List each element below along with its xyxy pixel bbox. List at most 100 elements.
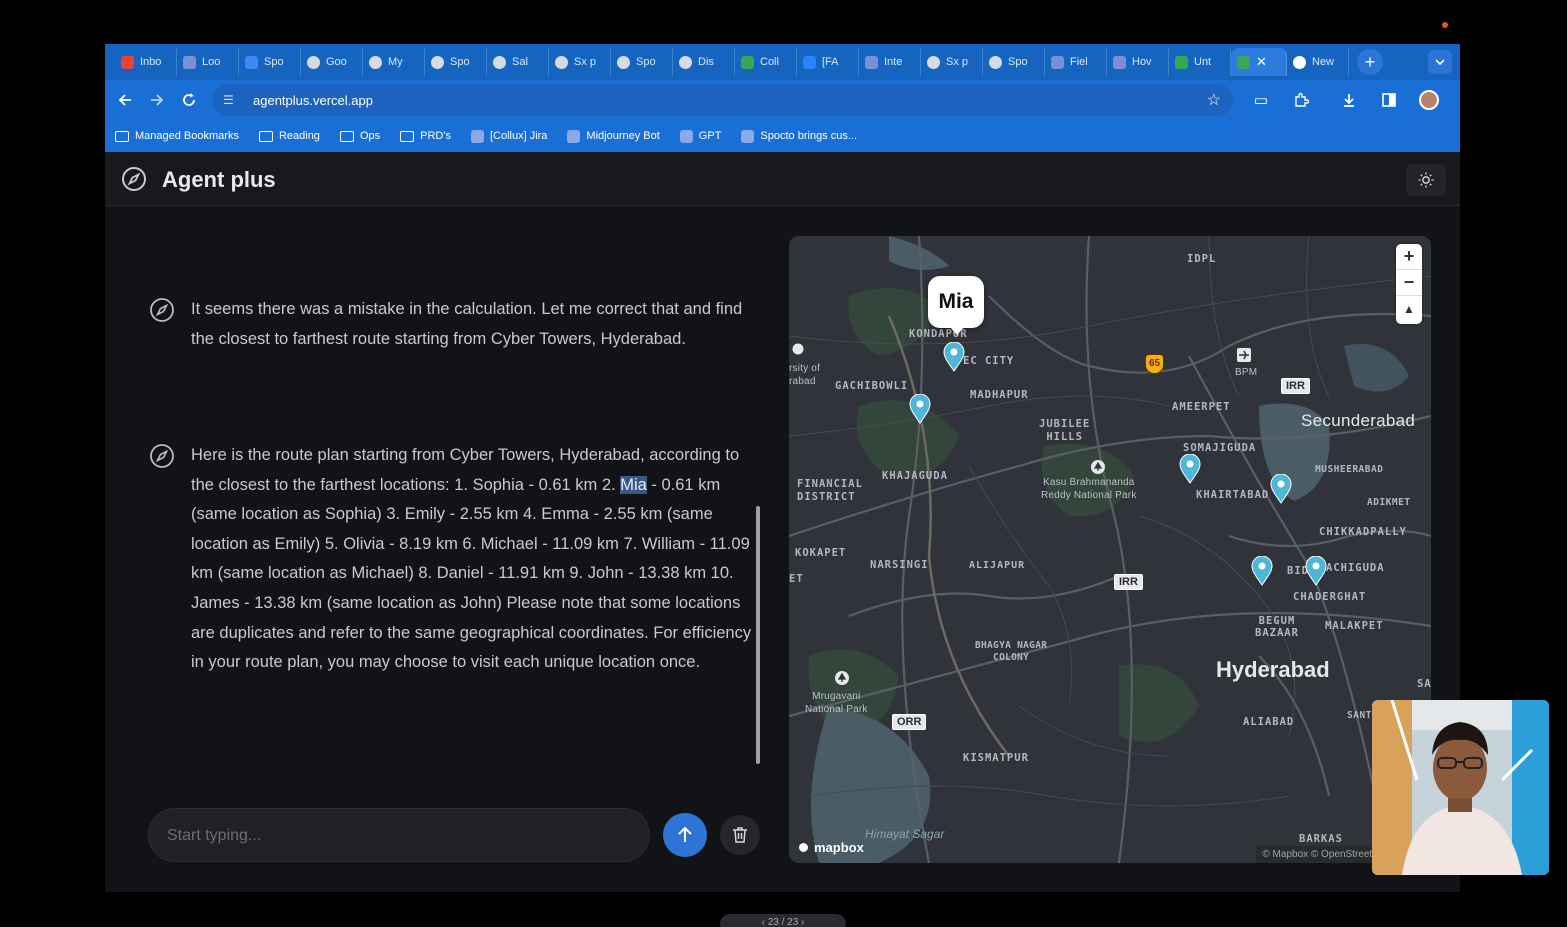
map-label: SA [1417,678,1431,690]
new-tab-button[interactable]: + [1357,49,1383,75]
tab[interactable]: [FA [797,48,859,76]
close-icon[interactable]: ✕ [1256,54,1267,70]
side-panel-icon[interactable] [1373,84,1405,116]
folder-icon [339,130,354,142]
bookmark-item[interactable]: Reading [258,130,320,142]
bookmark-item[interactable]: PRD's [400,130,451,142]
tab[interactable]: Fiel [1045,48,1107,76]
map-label: Mrugavani National Park [805,691,868,715]
chatgpt-icon [679,55,692,69]
location-pin-icon[interactable] [943,342,965,372]
bookmark-item[interactable]: Managed Bookmarks [115,130,239,142]
message-input[interactable] [167,823,627,849]
map-label: ADIKMET [1367,497,1411,508]
zoom-controls: + − ▲ [1396,244,1422,324]
park-icon [1091,460,1105,474]
docs-icon [245,55,258,69]
tab-active[interactable]: ✕ [1231,48,1287,76]
map-label: KISMATPUR [963,752,1029,764]
bookmark-item[interactable]: Midjourney Bot [567,129,660,143]
location-pin-icon[interactable] [1179,454,1201,484]
compass-button[interactable]: ▲ [1396,296,1422,322]
tab-search-button[interactable] [1428,50,1452,74]
tab[interactable]: Hov [1107,48,1169,76]
clear-chat-button[interactable] [720,815,760,855]
map-label: BEGUM BAZAAR [1255,615,1299,639]
map-base [789,236,1431,863]
tab-label: Sal [512,56,528,68]
extensions-icon[interactable] [1285,84,1317,116]
map-label: AMEERPET [1172,401,1231,413]
folder-icon [400,130,415,142]
university-icon [792,343,804,355]
bookmark-item[interactable]: GPT [679,129,721,143]
map-label: ET [789,573,804,585]
send-button[interactable] [663,813,707,857]
tab-label: Spo [264,56,284,68]
tab-label: Hov [1132,56,1152,68]
back-button[interactable] [109,84,141,116]
tab[interactable]: Spo [611,48,673,76]
bookmark-item[interactable]: Spocto brings cus... [741,129,857,143]
tab[interactable]: Sx p [921,48,983,76]
location-pin-icon[interactable] [1270,474,1292,504]
bookmark-label: Reading [278,130,320,142]
bookmark-item[interactable]: [Collux] Jira [470,129,547,143]
tab[interactable]: Spo [983,48,1045,76]
road-shield: IRR [1114,574,1143,590]
tab[interactable]: Unt [1169,48,1231,76]
bookmark-label: Midjourney Bot [586,130,660,142]
chevron-down-icon [1435,59,1445,65]
location-pin-icon[interactable] [1251,556,1273,586]
cast-icon[interactable]: ▭ [1245,84,1277,116]
avatar [1419,90,1439,110]
chatgpt-icon [369,55,382,69]
tab[interactable]: Dis [673,48,735,76]
app-icon [1051,55,1064,69]
tab[interactable]: My [363,48,425,76]
map[interactable]: IDPL KONDAPUR EC CITY rsity of rabad GAC… [789,236,1431,863]
road-shield: ORR [892,714,927,730]
profile-avatar[interactable] [1413,84,1445,116]
tab[interactable]: Coll [735,48,797,76]
zoom-in-button[interactable]: + [1396,244,1422,270]
tab[interactable]: Spo [425,48,487,76]
jira-icon [803,55,816,69]
tab-label: Inte [884,56,903,68]
bookmark-star-icon[interactable]: ☆ [1207,90,1221,110]
address-bar[interactable]: ☰ agentplus.vercel.app ☆ [213,84,1233,116]
message-text-part: - 0.61 km (same location as Sophia) 3. E… [191,475,752,672]
location-pin-icon[interactable] [909,394,931,424]
location-pin-icon[interactable] [1305,556,1327,586]
jira-icon [470,129,484,143]
tab-new[interactable]: New [1287,48,1349,76]
mapbox-logo[interactable]: mapbox [796,840,864,855]
theme-toggle-button[interactable] [1406,164,1446,196]
tab[interactable]: Sal [487,48,549,76]
tab[interactable]: Goo [301,48,363,76]
page-indicator[interactable]: ‹ 23 / 23 › [720,914,846,927]
tab[interactable]: Inbo [115,48,177,76]
reload-button[interactable] [173,84,205,116]
map-label: KHAJAGUDA [882,470,948,482]
tab[interactable]: Spo [239,48,301,76]
app-icon [865,55,878,69]
bookmark-label: Managed Bookmarks [135,130,239,142]
download-icon[interactable] [1333,84,1365,116]
airport-icon [1237,348,1251,362]
tab-label: Coll [760,56,779,68]
app-icon [567,129,581,143]
bookmark-item[interactable]: Ops [339,130,380,142]
site-settings-icon[interactable]: ☰ [223,93,237,107]
forward-button[interactable] [141,84,173,116]
tab[interactable]: Inte [859,48,921,76]
browser-toolbar: ☰ agentplus.vercel.app ☆ ▭ ⋮ [105,80,1460,120]
chat-scrollbar[interactable] [756,506,760,764]
chatgpt-icon [989,55,1002,69]
highway-shield: 65 [1145,354,1165,374]
tab[interactable]: Sx p [549,48,611,76]
zoom-out-button[interactable]: − [1396,270,1422,296]
arrow-right-icon [151,94,164,106]
tab[interactable]: Loo [177,48,239,76]
menu-icon[interactable]: ⋮ [1453,84,1460,116]
